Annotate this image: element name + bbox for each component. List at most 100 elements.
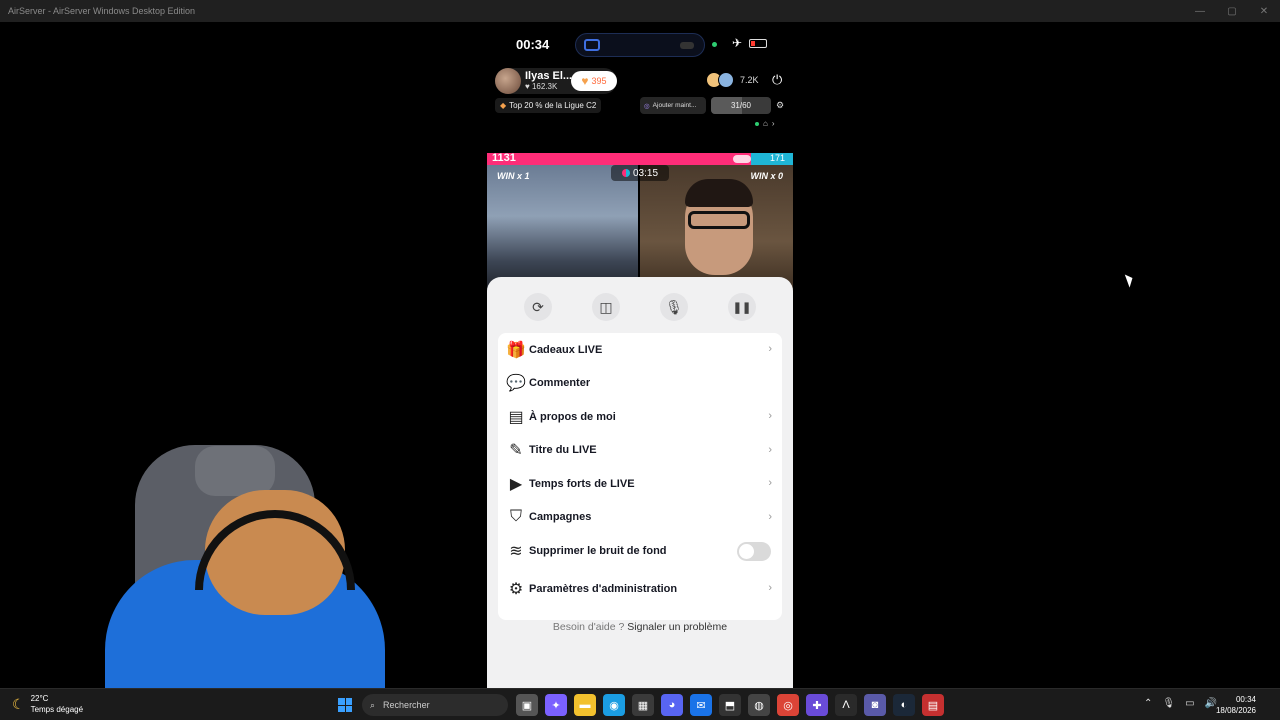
chevron-right-icon: › <box>768 410 772 422</box>
league-text: Top 20 % de la Ligue C2 <box>509 101 597 110</box>
battery-icon <box>749 39 767 48</box>
win-right: WIN x 0 <box>750 171 783 181</box>
document-icon: ▤ <box>508 408 524 426</box>
menu-item-temps-forts[interactable]: ▶ Temps forts de LIVE › <box>498 467 782 501</box>
chevron-up-icon[interactable]: ⌃ <box>1144 698 1152 709</box>
right-camera-feed <box>640 165 793 293</box>
chevron-right-icon[interactable]: › <box>772 119 775 128</box>
airplane-mode-icon: ✈ <box>732 36 743 50</box>
mirror-app-icon[interactable]: ⬒ <box>719 694 741 716</box>
menu-item-commenter[interactable]: 💬 Commenter <box>498 367 782 401</box>
goal-progress[interactable]: 31/60 <box>711 97 771 114</box>
heart-icon: ♥ <box>581 74 589 88</box>
system-tray: ⌃ 🎙 ▭ 🔊 <box>1144 698 1217 709</box>
phone-mirror: 00:34 ✈ Ilyas El... ♥ 162.3K ♥ 395 7.2K … <box>487 22 793 688</box>
avatar[interactable] <box>495 68 521 94</box>
window-title-bar: AirServer - AirServer Windows Desktop Ed… <box>0 0 1280 22</box>
help-prefix: Besoin d'aide ? <box>552 621 625 633</box>
news-icon[interactable]: ▤ <box>922 694 944 716</box>
menu-item-cadeaux[interactable]: 🎁 Cadeaux LIVE › <box>498 333 782 367</box>
pencil-icon: ✎ <box>509 442 523 460</box>
taskbar-clock[interactable]: 00:34 18/08/2026 <box>1216 694 1256 716</box>
report-problem-link[interactable]: Signaler un problème <box>627 621 727 633</box>
mail-icon[interactable]: ✉ <box>690 694 712 716</box>
taskbar-date: 18/08/2026 <box>1215 706 1256 715</box>
menu-item-label: À propos de moi <box>529 410 616 423</box>
menu-item-label: Cadeaux LIVE <box>529 343 603 356</box>
minimize-button[interactable]: — <box>1184 0 1216 22</box>
menu-item-campagnes[interactable]: ⛉ Campagnes › <box>498 501 782 535</box>
obs-icon[interactable]: ◍ <box>748 694 770 716</box>
host-profile[interactable]: Ilyas El... ♥ 162.3K ♥ 395 <box>495 68 617 94</box>
battle-timer-text: 03:15 <box>632 167 659 179</box>
online-dot-icon <box>755 121 759 126</box>
settings-slider-icon[interactable]: ⚙ <box>773 97 787 114</box>
home-icon[interactable]: ⌂ <box>763 119 768 128</box>
menu-item-label: Commenter <box>529 377 591 390</box>
menu-item-admin[interactable]: ⚙ Paramètres d'administration › <box>498 572 782 606</box>
maximize-button[interactable]: ▢ <box>1216 0 1248 22</box>
camera-in-use-indicator <box>712 42 717 47</box>
follow-button[interactable]: ♥ 395 <box>571 71 617 91</box>
anchor-icon[interactable]: Λ <box>835 694 857 716</box>
viewer-count[interactable]: 7.2K <box>740 75 759 85</box>
host-likes: ♥ 162.3K <box>525 82 558 91</box>
host-likes-count: 162.3K <box>531 82 558 91</box>
chevron-right-icon: › <box>768 443 772 456</box>
desktop: AirServer - AirServer Windows Desktop Ed… <box>0 0 1280 720</box>
search-placeholder: Rechercher <box>383 700 430 710</box>
dynamic-island <box>575 33 705 57</box>
host-name: Ilyas El... <box>525 70 573 82</box>
copilot-icon[interactable]: ✦ <box>545 694 567 716</box>
chevron-right-icon: › <box>768 510 772 523</box>
microphone-icon[interactable]: 🎙 <box>660 293 688 321</box>
chevron-right-icon: › <box>768 477 772 489</box>
win-left: WIN x 1 <box>497 171 530 181</box>
gamepad-icon[interactable]: ✚ <box>806 694 828 716</box>
file-explorer-icon[interactable]: ▬ <box>574 694 596 716</box>
menu-item-label: Paramètres d'administration <box>529 582 678 595</box>
league-badge[interactable]: ◆ Top 20 % de la Ligue C2 <box>495 98 602 113</box>
pause-icon[interactable]: ❚❚ <box>728 293 756 321</box>
network-icon[interactable]: ▭ <box>1185 698 1194 709</box>
shield-icon: ⛉ <box>509 508 522 526</box>
steam-icon[interactable]: ◐ <box>893 694 915 716</box>
mini-status-row: ⌂ › <box>755 119 775 128</box>
close-button[interactable]: ✕ <box>1248 0 1280 22</box>
weather-desc: Temps dégagé <box>30 705 84 714</box>
streamer-hair <box>685 179 753 207</box>
start-button[interactable] <box>338 698 352 712</box>
flip-camera-icon[interactable]: ⟳ <box>524 293 552 321</box>
webcam-overlay <box>95 440 390 690</box>
task-view-icon[interactable]: ▣ <box>516 694 538 716</box>
mirror-icon[interactable]: ◫ <box>592 293 620 321</box>
discord-icon[interactable]: ◕ <box>661 694 683 716</box>
left-camera-feed <box>487 165 638 293</box>
noise-suppression-toggle[interactable] <box>737 542 771 561</box>
soundwave-icon: ≋ <box>509 542 523 560</box>
menu-item-titre[interactable]: ✎ Titre du LIVE › <box>498 434 782 468</box>
store-icon[interactable]: ▦ <box>632 694 654 716</box>
taskbar-search[interactable]: ⌕ Rechercher <box>362 694 508 716</box>
add-chip-label: Ajouter maint... <box>652 102 697 109</box>
taskbar-time: 00:34 <box>1235 695 1256 704</box>
microphone-icon[interactable]: 🎙 <box>1162 698 1175 709</box>
taskbar-apps: ▣ ✦ ▬ ◉ ▦ ◕ ✉ ⬒ ◍ ◎ ✚ Λ ◙ ◐ ▤ <box>516 694 944 716</box>
camera-dot-icon <box>680 42 694 49</box>
weather-widget[interactable]: ☾ 22°C Temps dégagé <box>12 693 83 715</box>
viewer-avatar[interactable] <box>718 72 734 88</box>
menu-item-label: Temps forts de LIVE <box>529 477 635 490</box>
help-line: Besoin d'aide ? Signaler un problème <box>487 621 793 633</box>
power-icon[interactable]: ⏻ <box>772 72 782 88</box>
score-right: 171 <box>769 153 785 163</box>
edge-icon[interactable]: ◉ <box>603 694 625 716</box>
viewer-list[interactable]: 7.2K <box>706 72 759 88</box>
battle-view: 1131 171 WIN x 1 WIN x 0 03:15 <box>487 152 793 293</box>
menu-item-a-propos[interactable]: ▤ À propos de moi › <box>498 400 782 434</box>
add-goal-chip[interactable]: ◎ Ajouter maint... <box>640 97 706 114</box>
gem-icon: ◆ <box>500 101 507 110</box>
window-title: AirServer - AirServer Windows Desktop Ed… <box>8 6 196 16</box>
chrome-icon[interactable]: ◎ <box>777 694 799 716</box>
chat-app-icon[interactable]: ◙ <box>864 694 886 716</box>
live-menu-sheet: ⟳ ◫ 🎙 ❚❚ 🎁 Cadeaux LIVE › 💬 Commenter ▤ … <box>487 277 793 688</box>
